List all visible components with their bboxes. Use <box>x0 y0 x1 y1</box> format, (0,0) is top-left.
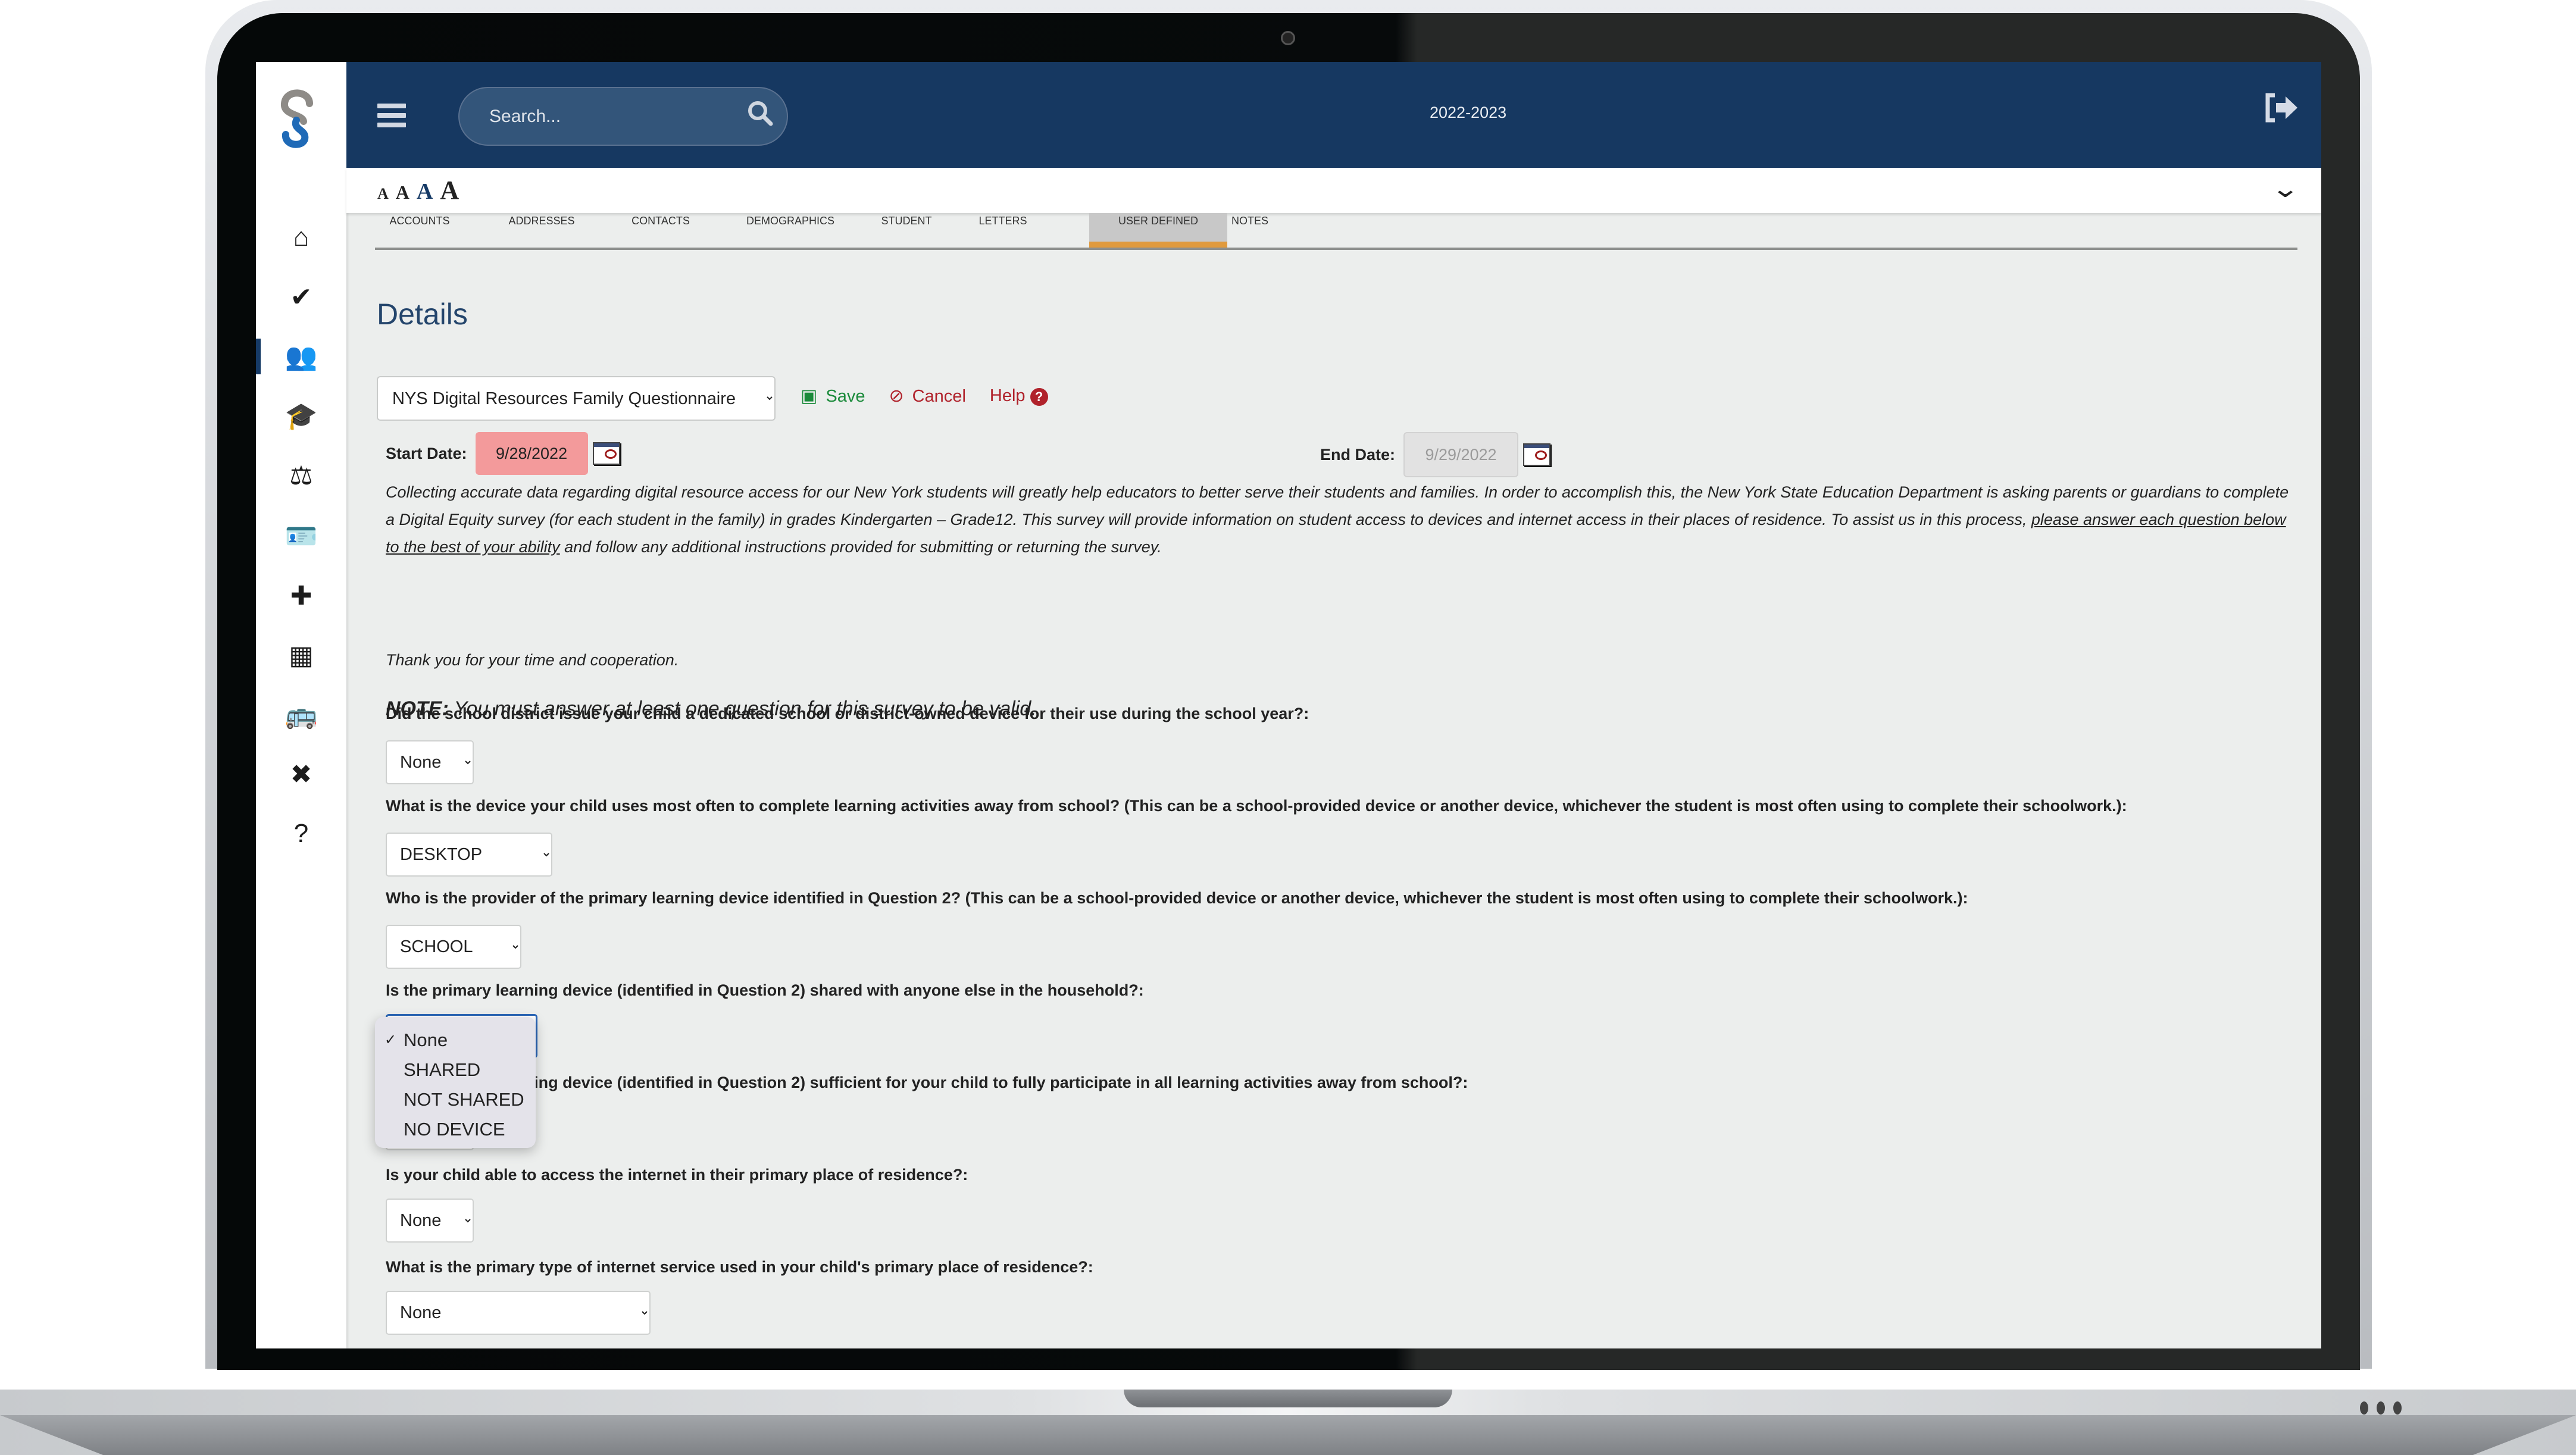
sidebar: ⌂ ✔ 👥 🎓 ⚖ 🪪 ✚ ▦ 🚌 ✖? <box>256 62 346 1348</box>
sidebar-item-staff[interactable]: 🪪 <box>256 515 346 557</box>
tab-addresses[interactable]: ADDRESSES <box>497 213 586 248</box>
sidebar-item-discipline[interactable]: ⚖ <box>256 455 346 496</box>
id-badge-icon: 🪪 <box>285 522 318 551</box>
question-label: Is your child able to access the interne… <box>386 1166 968 1184</box>
tab-student[interactable]: STUDENT <box>874 213 939 248</box>
form-actions: ▣ Save ⊘ Cancel Help ? <box>801 386 1048 406</box>
font-size-small[interactable]: A <box>377 185 389 202</box>
question-answer-select[interactable]: None <box>386 740 474 784</box>
bus-icon: 🚌 <box>285 700 318 730</box>
question-label: Is the primary learning device (identifi… <box>386 1074 1468 1091</box>
graduate-icon: 🎓 <box>285 402 318 431</box>
search-box <box>458 87 788 146</box>
tab-notes[interactable]: NOTES <box>1214 213 1286 248</box>
sidebar-item-tasks[interactable]: ✔ <box>256 276 346 318</box>
font-size-large[interactable]: A <box>417 179 433 204</box>
dropdown-option[interactable]: ✓ None <box>375 1025 536 1055</box>
question-label: Who is the provider of the primary learn… <box>386 889 1968 907</box>
page-title: Details <box>377 298 468 331</box>
sidebar-item-students[interactable]: 🎓 <box>256 395 346 437</box>
status-leds <box>2360 1401 2410 1418</box>
tools-icon: ✖ <box>290 759 312 789</box>
calendar-icon: ▦ <box>289 640 314 670</box>
tab-accounts[interactable]: ACCOUNTS <box>375 213 464 248</box>
top-bar: 2022-2023 <box>346 62 2321 168</box>
logout-icon[interactable] <box>2264 93 2300 129</box>
tab-contacts[interactable]: CONTACTS <box>616 213 705 248</box>
questionnaire-select[interactable]: NYS Digital Resources Family Questionnai… <box>377 376 776 421</box>
dropdown-option[interactable]: NOT SHARED <box>375 1085 536 1115</box>
sidebar-item-transportation[interactable]: 🚌 <box>256 694 346 736</box>
camera-icon <box>1281 31 1295 45</box>
start-date-label: Start Date: <box>386 444 467 462</box>
tab-demographics[interactable]: DEMOGRAPHICS <box>731 213 850 248</box>
question-answer-select[interactable]: None <box>386 1199 474 1243</box>
font-size-bar: A A A A ⌄ <box>346 168 2321 213</box>
font-size-xlarge[interactable]: A <box>440 176 459 205</box>
question-answer-select[interactable]: None <box>386 1291 651 1335</box>
checkmark-icon: ✓ <box>384 1032 397 1048</box>
dropdown-option[interactable]: NO DEVICE <box>375 1115 536 1144</box>
dropdown-option[interactable]: SHARED <box>375 1055 536 1085</box>
start-date-input[interactable] <box>475 432 588 475</box>
calendar-picker-icon[interactable] <box>592 442 620 465</box>
question-label: What is the primary type of internet ser… <box>386 1258 1093 1276</box>
users-icon: 👥 <box>285 342 318 371</box>
sidebar-item-family[interactable]: 👥 <box>256 336 346 377</box>
tab-letters[interactable]: LETTERS <box>970 213 1036 248</box>
question-circle-icon: ? <box>293 819 309 848</box>
clipboard-check-icon: ✔ <box>290 282 312 312</box>
font-size-medium[interactable]: A <box>396 182 409 203</box>
laptop-base-bottom <box>0 1415 2576 1455</box>
question-label: Did the school district issue your child… <box>386 705 1309 722</box>
save-button[interactable]: ▣ Save <box>801 386 865 406</box>
medkit-icon: ✚ <box>290 581 312 611</box>
end-date-label: End Date: <box>1320 445 1396 464</box>
question-circle-icon: ? <box>1030 388 1048 406</box>
question-label: Is the primary learning device (identifi… <box>386 981 1144 999</box>
balance-scale-icon: ⚖ <box>289 461 313 490</box>
end-date-input <box>1403 432 1519 477</box>
help-button[interactable]: Help ? <box>990 386 1048 406</box>
school-year[interactable]: 2022-2023 <box>1430 104 1506 122</box>
home-icon: ⌂ <box>293 223 310 252</box>
question-answer-select[interactable]: DESKTOP <box>386 833 552 877</box>
start-date-row: Start Date: <box>386 432 620 475</box>
question-answer-select[interactable]: SCHOOL <box>386 925 521 969</box>
question-label: What is the device your child uses most … <box>386 797 2127 815</box>
laptop-notch <box>1124 1390 1452 1407</box>
menu-toggle-icon[interactable] <box>377 104 406 127</box>
app-screen: ⌂ ✔ 👥 🎓 ⚖ 🪪 ✚ ▦ 🚌 ✖? 2022-2023 A A A A ⌄ ACCOUNTS… <box>256 62 2321 1348</box>
sidebar-item-home[interactable]: ⌂ <box>256 217 346 258</box>
cancel-button[interactable]: ⊘ Cancel <box>889 386 965 406</box>
calendar-picker-icon[interactable] <box>1523 443 1551 466</box>
search-icon[interactable] <box>733 100 787 133</box>
sidebar-item-tools[interactable]: ✖ <box>256 753 346 795</box>
sidebar-item-calendar[interactable]: ▦ <box>256 634 346 676</box>
floppy-disk-icon: ▣ <box>801 386 818 406</box>
tab-bar: ACCOUNTS ADDRESSES CONTACTS DEMOGRAPHICS STU… <box>375 213 2297 250</box>
survey-intro: Collecting accurate data regarding digit… <box>386 483 2289 556</box>
ban-icon: ⊘ <box>889 386 904 406</box>
search-input[interactable] <box>459 105 733 127</box>
chevron-down-icon[interactable]: ⌄ <box>2271 174 2300 203</box>
tab-user-defined[interactable]: USER DEFINED <box>1089 213 1227 248</box>
font-size-controls: A A A A <box>377 175 464 205</box>
thanks-text: Thank you for your time and cooperation. <box>386 651 679 669</box>
app-logo <box>281 89 313 148</box>
end-date-row: End Date: <box>1320 432 1551 477</box>
shared-device-dropdown-menu: ✓ None SHARED NOT SHARED NO DEVICE <box>375 1017 536 1148</box>
sidebar-item-health[interactable]: ✚ <box>256 575 346 617</box>
sidebar-item-help[interactable]: ? <box>256 813 346 855</box>
